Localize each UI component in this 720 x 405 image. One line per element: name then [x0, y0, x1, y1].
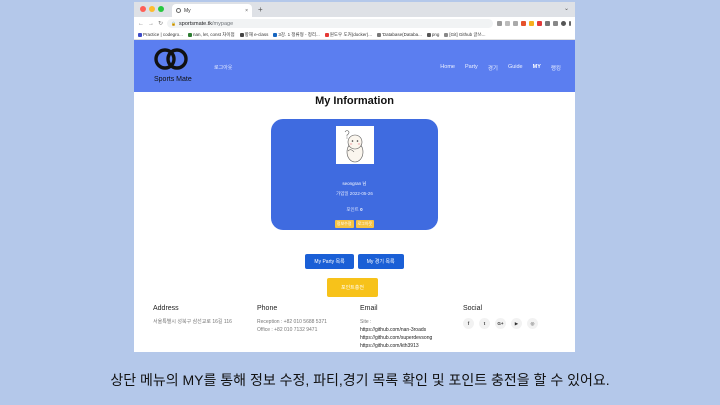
address-text: 서울특별시 성북구 삼선교로 16길 116	[153, 319, 232, 325]
social-icons: f t G+ ▶ ◎	[463, 318, 538, 329]
caption: 상단 메뉴의 MY를 통해 정보 수정, 파티,경기 목록 확인 및 포인트 충…	[110, 372, 610, 388]
phone-heading: Phone	[257, 305, 278, 312]
url-path: /mypage	[212, 20, 234, 27]
page-title: My Information	[315, 95, 394, 107]
bookmark-icon	[273, 32, 278, 37]
site-footer: Address 서울특별시 성북구 삼선교로 16길 116 Phone Rec…	[134, 302, 575, 352]
card-actions: 정보수정 로그아웃	[271, 220, 438, 228]
nickname: seongran 님	[342, 181, 367, 186]
browser-tab[interactable]: My ×	[172, 4, 252, 17]
github-link[interactable]: https://github.com/kth3913	[360, 342, 432, 350]
extension-icon[interactable]	[537, 21, 542, 26]
nav-ranking[interactable]: 랭킹	[551, 64, 561, 72]
nav-game[interactable]: 경기	[488, 64, 498, 72]
bookmark-icon	[138, 32, 142, 37]
facebook-icon[interactable]: f	[463, 318, 474, 329]
bookmark-item[interactable]: 항해 e-class	[239, 32, 268, 38]
address-heading: Address	[153, 305, 179, 312]
my-game-list-button[interactable]: My 경기 목록	[357, 254, 404, 269]
bookmark-icon	[377, 32, 381, 37]
bookmark-item[interactable]: Practice | codegro...	[138, 32, 183, 37]
nav-party[interactable]: Party	[465, 64, 478, 72]
sports-mate-logo[interactable]	[154, 46, 188, 72]
site-label: Site :	[360, 319, 372, 325]
tab-search-chevron-icon[interactable]: ⌄	[564, 5, 569, 12]
logo-text: Sports Mate	[154, 76, 192, 83]
points-value: 0	[360, 207, 363, 212]
github-link[interactable]: https://github.com/superdevsong	[360, 334, 432, 342]
my-party-list-button[interactable]: My Party 목록	[305, 254, 354, 269]
extension-icon[interactable]	[529, 21, 534, 26]
puzzle-icon[interactable]	[545, 21, 550, 26]
bookmark-icon	[426, 32, 431, 37]
menu-icon[interactable]	[569, 21, 571, 26]
office-phone: Office : +82 010 7132 9471	[257, 327, 318, 333]
tab-title: My	[184, 7, 191, 14]
globe-icon	[176, 8, 181, 13]
extensions-area	[497, 21, 571, 26]
footer-email: Email Site : https://github.com/nan-3roa…	[360, 305, 432, 350]
lock-icon: 🔒	[171, 21, 177, 26]
nav-my[interactable]: MY	[533, 64, 541, 72]
profile-avatar[interactable]	[561, 21, 566, 26]
social-heading: Social	[463, 305, 483, 312]
google-plus-icon[interactable]: G+	[495, 318, 506, 329]
logout-link[interactable]: 로그아웃	[214, 64, 232, 71]
list-buttons: My Party 목록 My 경기 목록	[134, 254, 575, 269]
instagram-icon[interactable]: ◎	[527, 318, 538, 329]
bookmark-icon	[324, 32, 329, 37]
youtube-icon[interactable]: ▶	[511, 318, 522, 329]
url-host: sportsmate.tk	[179, 20, 213, 27]
avatar	[336, 126, 374, 164]
top-navigation: Home Party 경기 Guide MY 랭킹	[440, 64, 561, 72]
forward-button[interactable]: →	[148, 21, 154, 27]
close-window-button[interactable]	[140, 6, 146, 12]
bookmark-item[interactable]: nan, let, const 차이점	[187, 32, 235, 38]
bookmark-icon	[239, 32, 244, 37]
nav-guide[interactable]: Guide	[508, 64, 523, 72]
star-icon[interactable]	[513, 21, 518, 26]
github-link[interactable]: https://github.com/nan-3roads	[360, 326, 432, 334]
minimize-window-button[interactable]	[149, 6, 155, 12]
reload-button[interactable]: ↻	[158, 20, 163, 27]
site-header: Sports Mate 로그아웃 Home Party 경기 Guide MY …	[134, 40, 575, 92]
profile-card: seongran 님 가입일 2022-05-26 포인트 0 정보수정 로그아…	[271, 119, 438, 230]
back-button[interactable]: ←	[138, 21, 144, 27]
logout-button[interactable]: 로그아웃	[355, 220, 375, 228]
zoom-window-button[interactable]	[158, 6, 164, 12]
extension-icon[interactable]	[521, 21, 526, 26]
extension-icon[interactable]	[497, 21, 502, 26]
browser-window: My × + ⌄ ← → ↻ 🔒 sportsmate.tk/mypage Pr…	[134, 2, 575, 352]
bookmarks-bar: Practice | codegro... nan, let, const 차이…	[134, 30, 575, 40]
sidebar-icon[interactable]	[553, 21, 558, 26]
tab-close-icon[interactable]: ×	[245, 8, 248, 14]
bookmark-item[interactable]: 'Database(Databa...	[377, 32, 422, 37]
bookmark-item[interactable]: 원도우 도커(docker)...	[324, 32, 372, 38]
bookmark-icon	[444, 32, 449, 37]
charge-points-button[interactable]: 포인트충전	[327, 278, 378, 297]
browser-toolbar: ← → ↻ 🔒 sportsmate.tk/mypage	[134, 17, 575, 30]
bookmark-item[interactable]: 3강. 1 정류형 - 정리...	[273, 32, 320, 38]
email-heading: Email	[360, 305, 378, 312]
footer-social: Social f t G+ ▶ ◎	[463, 305, 538, 329]
bookmark-item[interactable]: png	[426, 32, 439, 37]
footer-phone: Phone Reception : +82 010 5688 5371 Offi…	[257, 305, 327, 334]
extension-icon[interactable]	[505, 21, 510, 26]
nav-home[interactable]: Home	[440, 64, 455, 72]
tab-strip: My × + ⌄	[134, 2, 575, 17]
points-display: 포인트 0	[346, 207, 363, 212]
joined-date: 가입일 2022-05-26	[336, 191, 373, 196]
edit-profile-button[interactable]: 정보수정	[334, 220, 354, 228]
reception-phone: Reception : +82 010 5688 5371	[257, 319, 327, 325]
new-tab-button[interactable]: +	[258, 5, 263, 14]
window-controls	[140, 6, 164, 12]
footer-address: Address 서울특별시 성북구 삼선교로 16길 116	[153, 305, 232, 326]
bookmark-item[interactable]: [Git] Github 글쓰...	[444, 32, 485, 38]
bookmark-icon	[187, 32, 192, 37]
twitter-icon[interactable]: t	[479, 318, 490, 329]
address-bar[interactable]: 🔒 sportsmate.tk/mypage	[167, 19, 493, 28]
